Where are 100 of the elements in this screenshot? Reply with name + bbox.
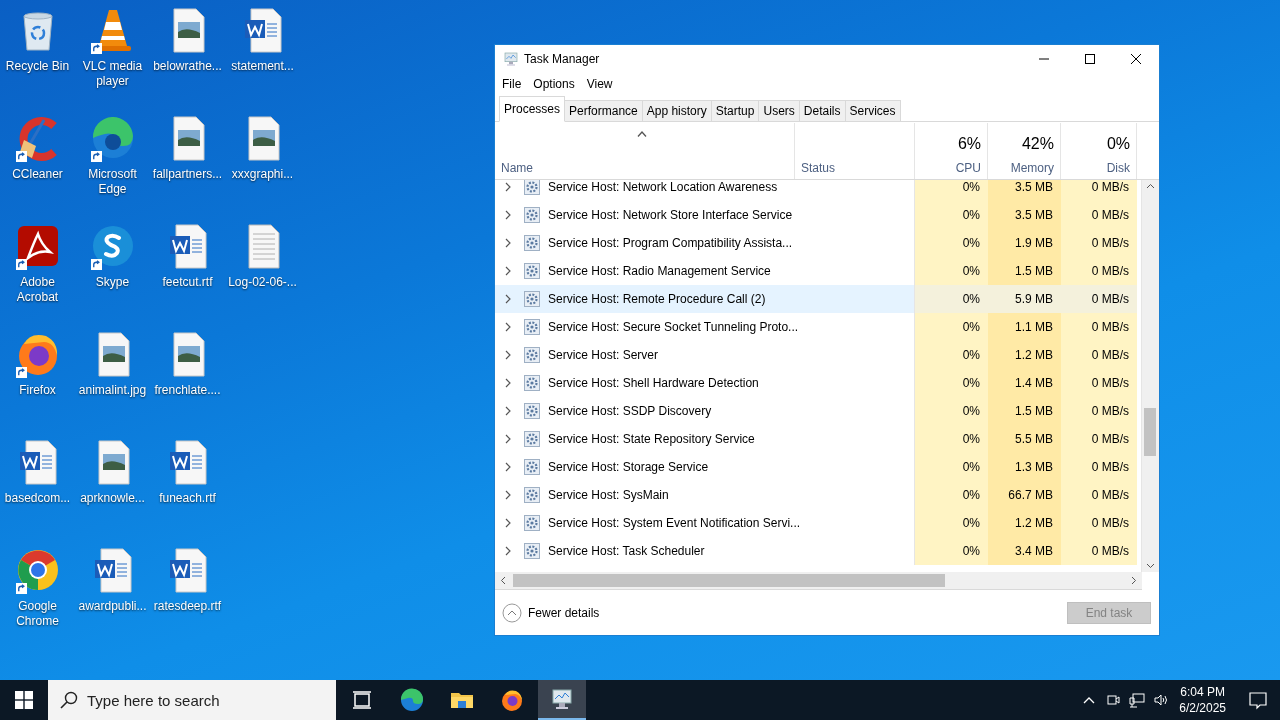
table-cell: 5.5 MB xyxy=(988,425,1061,453)
clock-date[interactable]: 6/2/2025 xyxy=(1179,700,1226,716)
camera-icon[interactable] xyxy=(1105,692,1122,708)
tab[interactable]: Services xyxy=(845,100,901,122)
fewer-details-button[interactable]: Fewer details xyxy=(502,602,600,623)
process-row[interactable]: Service Host: Secure Socket Tunneling Proto... 0% 1.1 MB 0 MB/s xyxy=(495,313,1141,341)
desktop-icon-label[interactable]: aprknowle... xyxy=(76,491,149,506)
desktop-icon-label[interactable]: Firefox xyxy=(1,383,74,398)
scroll-thumb[interactable] xyxy=(1144,408,1156,456)
menu-item[interactable]: View xyxy=(580,77,619,91)
tab[interactable]: Performance xyxy=(565,100,643,122)
desktop-icon-label[interactable]: fallpartners... xyxy=(151,167,224,182)
desktop-icon-label[interactable]: VLC media player xyxy=(76,59,149,89)
desktop-icon-label[interactable]: ratesdeep.rtf xyxy=(151,599,224,614)
table-cell: 0% xyxy=(915,285,988,313)
expand-chevron-icon[interactable] xyxy=(504,238,512,248)
horizontal-scrollbar[interactable] xyxy=(495,572,1142,590)
process-row[interactable]: Service Host: Server 0% 1.2 MB 0 MB/s xyxy=(495,341,1141,369)
table-cell: 0% xyxy=(915,313,988,341)
process-row[interactable]: Service Host: Network Location Awareness 0% 3.5 MB 0 MB/s xyxy=(495,180,1141,201)
process-row[interactable]: Service Host: Task Scheduler 0% 3.4 MB 0 MB/s xyxy=(495,537,1141,565)
column-header[interactable]: Name xyxy=(501,161,788,175)
process-row[interactable]: Service Host: System Event Notification Servi... 0% 1.2 MB 0 MB/s xyxy=(495,509,1141,537)
process-name: Service Host: Shell Hardware Detection xyxy=(548,376,759,390)
column-header[interactable]: Memory xyxy=(1010,161,1054,175)
gear-icon xyxy=(524,459,540,475)
expand-chevron-icon[interactable] xyxy=(504,266,512,276)
expand-chevron-icon[interactable] xyxy=(504,210,512,220)
process-name: Service Host: SSDP Discovery xyxy=(548,404,712,418)
expand-chevron-icon[interactable] xyxy=(504,546,512,556)
expand-chevron-icon[interactable] xyxy=(504,294,512,304)
process-row[interactable]: Service Host: Program Compatibility Assista... 0% 1.9 MB 0 MB/s xyxy=(495,229,1141,257)
table-cell: 0 MB/s xyxy=(1061,201,1137,229)
desktop-icon-label[interactable]: Skype xyxy=(76,275,149,290)
table-cell: 0% xyxy=(915,397,988,425)
process-row[interactable]: Service Host: SSDP Discovery 0% 1.5 MB 0 MB/s xyxy=(495,397,1141,425)
notification-icon[interactable] xyxy=(1248,690,1268,710)
table-cell: 5.9 MB xyxy=(988,285,1061,313)
desktop-icon-label[interactable]: Google Chrome xyxy=(1,599,74,629)
taskbar-app-button[interactable] xyxy=(538,680,586,720)
process-row[interactable]: Service Host: SysMain 0% 66.7 MB 0 MB/s xyxy=(495,481,1141,509)
desktop-icon-label[interactable]: awardpubli... xyxy=(76,599,149,614)
table-cell: 0 MB/s xyxy=(1061,257,1137,285)
expand-chevron-icon[interactable] xyxy=(504,462,512,472)
process-row[interactable]: Service Host: Remote Procedure Call (2) 0% 5.9 MB 0 MB/s xyxy=(495,285,1141,313)
sort-caret-icon xyxy=(637,131,647,137)
desktop-icon-label[interactable]: Recycle Bin xyxy=(1,59,74,74)
menu-item[interactable]: File xyxy=(496,77,528,91)
desktop-icon-label[interactable]: CCleaner xyxy=(1,167,74,182)
expand-chevron-icon[interactable] xyxy=(504,518,512,528)
process-name: Service Host: Radio Management Service xyxy=(548,264,771,278)
search-field[interactable]: Type here to search xyxy=(48,680,336,720)
column-header[interactable]: CPU xyxy=(955,161,981,175)
desktop-icon-label[interactable]: animalint.jpg xyxy=(76,383,149,398)
table-cell: 1.4 MB xyxy=(988,369,1061,397)
expand-chevron-icon[interactable] xyxy=(504,406,512,416)
desktop-icon-label[interactable]: belowrathe... xyxy=(151,59,224,74)
menu-item[interactable]: Options xyxy=(527,77,581,91)
process-row[interactable]: Service Host: Storage Service 0% 1.3 MB 0 MB/s xyxy=(495,453,1141,481)
desktop-icon-label[interactable]: frenchlate.... xyxy=(151,383,224,398)
desktop-icon-label[interactable]: statement... xyxy=(226,59,299,74)
desktop-icon-label[interactable]: feetcut.rtf xyxy=(151,275,224,290)
process-row[interactable]: Service Host: State Repository Service 0% 5.5 MB 0 MB/s xyxy=(495,425,1141,453)
table-cell: 0% xyxy=(915,257,988,285)
desktop-icon-label[interactable]: Log-02-06-... xyxy=(226,275,299,290)
table-cell: 1.1 MB xyxy=(988,313,1061,341)
desktop-icon-label[interactable]: xxxgraphi... xyxy=(226,167,299,182)
expand-chevron-icon[interactable] xyxy=(504,322,512,332)
desktop-icon-label[interactable]: Microsoft Edge xyxy=(76,167,149,197)
table-cell: 0 MB/s xyxy=(1061,180,1137,201)
expand-chevron-icon[interactable] xyxy=(504,350,512,360)
table-cell: 3.5 MB xyxy=(988,201,1061,229)
tab[interactable]: Startup xyxy=(711,100,760,122)
clock-time[interactable]: 6:04 PM xyxy=(1179,684,1226,700)
tab[interactable]: Users xyxy=(759,100,800,122)
tab[interactable]: App history xyxy=(642,100,712,122)
gear-icon xyxy=(524,235,540,251)
process-row[interactable]: Service Host: Network Store Interface Service 0% 3.5 MB 0 MB/s xyxy=(495,201,1141,229)
desktop-icon-label[interactable]: Adobe Acrobat xyxy=(1,275,74,305)
expand-chevron-icon[interactable] xyxy=(504,490,512,500)
scroll-thumb[interactable] xyxy=(513,574,945,587)
tab[interactable]: Details xyxy=(799,100,846,122)
collapse-circle-icon xyxy=(502,602,522,623)
expand-chevron-icon[interactable] xyxy=(504,434,512,444)
desktop-icon-label[interactable]: basedcom... xyxy=(1,491,74,506)
table-cell: 0% xyxy=(915,481,988,509)
table-cell: 0 MB/s xyxy=(1061,285,1137,313)
expand-chevron-icon[interactable] xyxy=(504,378,512,388)
column-header[interactable]: Status xyxy=(801,161,908,175)
network-icon[interactable] xyxy=(1129,692,1146,708)
expand-chevron-icon[interactable] xyxy=(504,182,512,192)
column-header[interactable]: Disk xyxy=(1106,161,1130,175)
desktop-icon-label[interactable]: funeach.rtf xyxy=(151,491,224,506)
process-row[interactable]: Service Host: Shell Hardware Detection 0% 1.4 MB 0 MB/s xyxy=(495,369,1141,397)
volume-icon[interactable] xyxy=(1153,692,1170,708)
tab[interactable]: Processes xyxy=(499,96,566,122)
vertical-scrollbar[interactable] xyxy=(1141,180,1159,572)
process-name: Service Host: System Event Notification Servi... xyxy=(548,516,801,530)
process-row[interactable]: Service Host: Radio Management Service 0% 1.5 MB 0 MB/s xyxy=(495,257,1141,285)
search-icon xyxy=(60,691,78,709)
